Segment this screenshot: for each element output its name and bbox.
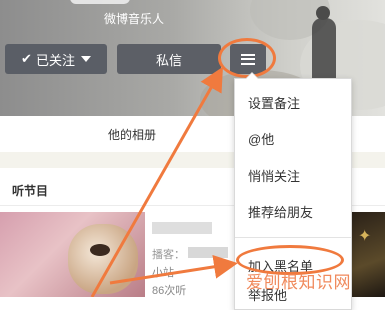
menu-item-secret-follow[interactable]: 悄悄关注 bbox=[248, 166, 300, 185]
profile-subtitle: 微博音乐人 bbox=[104, 12, 165, 26]
message-button-label: 私信 bbox=[155, 52, 182, 68]
follow-status-label: 已关注 bbox=[35, 52, 75, 68]
message-button[interactable]: 私信 bbox=[117, 44, 221, 74]
menu-separator bbox=[235, 237, 351, 238]
chevron-down-icon bbox=[80, 56, 91, 62]
profile-name-blurred bbox=[70, 0, 130, 4]
program-thumbnail-2[interactable]: ✦ bbox=[350, 212, 385, 297]
menu-item-recommend[interactable]: 推荐给朋友 bbox=[248, 202, 313, 221]
program-station[interactable]: 小站 bbox=[152, 264, 174, 280]
program-title-blurred bbox=[152, 222, 212, 234]
dog-image bbox=[68, 224, 138, 294]
tab-photo-album[interactable]: 他的相册 bbox=[108, 126, 156, 143]
section-title: 听节目 bbox=[12, 184, 49, 198]
follow-status-button[interactable]: ✔ 已关注 bbox=[5, 44, 107, 74]
program-thumbnail[interactable] bbox=[0, 212, 145, 297]
program-host-label: 播客： bbox=[152, 249, 185, 261]
decorative-glyph-icon: ✦ bbox=[358, 228, 372, 245]
watermark: 爱刨根知识网 bbox=[246, 273, 351, 293]
menu-item-mention[interactable]: @他 bbox=[248, 129, 274, 148]
check-icon: ✔ bbox=[21, 51, 32, 66]
program-host-blurred bbox=[188, 247, 228, 258]
menu-item-set-remark[interactable]: 设置备注 bbox=[248, 93, 300, 112]
program-play-count: 86次听 bbox=[152, 285, 187, 297]
